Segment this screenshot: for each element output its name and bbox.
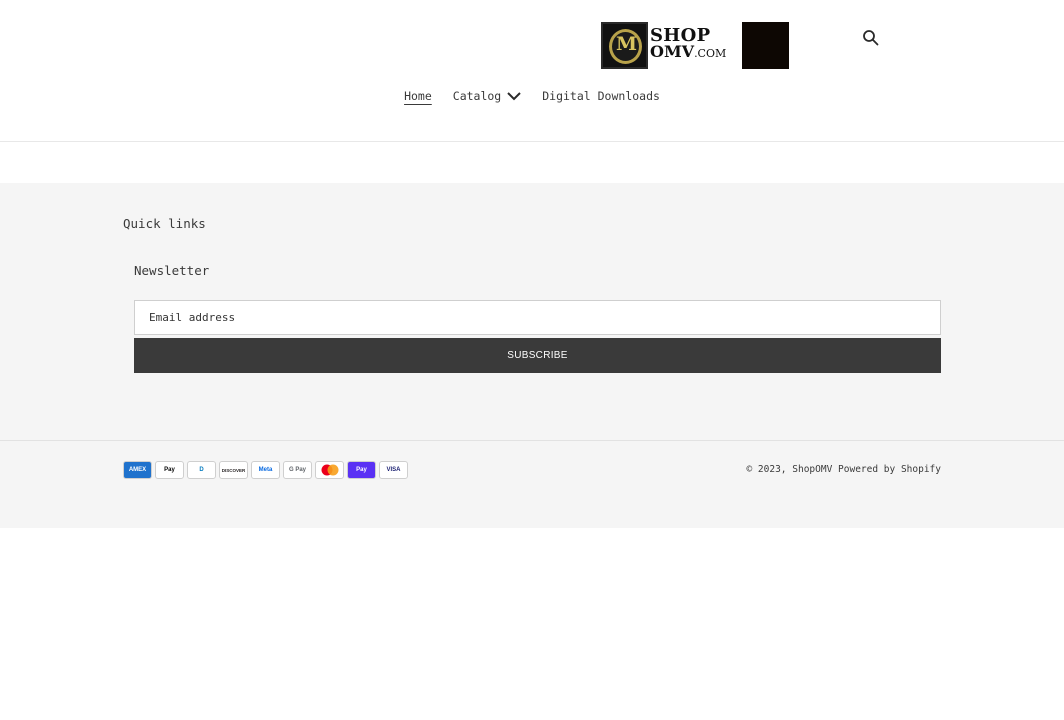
payment-visa-label: VISA	[386, 467, 401, 473]
logo-line-2-main: OMV	[650, 42, 695, 61]
payment-google-pay-label: G Pay	[288, 467, 306, 473]
payment-shop-pay-label: Pay	[356, 467, 367, 473]
payment-apple-pay-icon: Pay	[155, 461, 184, 479]
payment-diners-club-label: D	[199, 467, 204, 473]
site-header: M SHOP OMV.COM Home Catalog Digital Down…	[0, 0, 1064, 142]
footer-divider	[0, 440, 1064, 441]
payment-google-pay-icon: G Pay	[283, 461, 312, 479]
nav-catalog-label: Catalog	[452, 89, 502, 103]
payment-american-express-label: AMEX	[128, 467, 147, 473]
nav-catalog[interactable]: Catalog	[453, 87, 521, 105]
subscribe-button[interactable]: SUBSCRIBE	[134, 338, 941, 373]
nav-home[interactable]: Home	[404, 87, 432, 105]
nav-home-label: Home	[404, 89, 432, 103]
payment-shop-pay-icon: Pay	[347, 461, 376, 479]
shop-logo[interactable]: M SHOP OMV.COM	[601, 22, 789, 69]
logo-emblem-letter: M	[615, 33, 638, 55]
copyright-prefix: © 2023,	[746, 464, 787, 475]
powered-by-link[interactable]: Powered by Shopify	[838, 464, 941, 475]
logo-line-2: OMV.COM	[650, 44, 726, 62]
logo-dark-block	[742, 22, 789, 69]
payment-apple-pay-label: Pay	[164, 467, 175, 473]
site-footer: Quick links Newsletter SUBSCRIBE AMEX Pay…	[0, 183, 1064, 528]
quick-links-heading: Quick links	[123, 216, 206, 231]
store-name-link[interactable]: ShopOMV	[792, 464, 832, 475]
logo-emblem-icon: M	[601, 22, 648, 69]
payment-visa-icon: VISA	[379, 461, 408, 479]
payment-meta-pay-icon: Meta	[251, 461, 280, 479]
copyright: © 2023, ShopOMV Powered by Shopify	[746, 464, 941, 475]
payment-diners-club-icon: D	[187, 461, 216, 479]
payment-american-express-icon: AMEX	[123, 461, 152, 479]
payment-icons: AMEX Pay D DISCOVER Meta G Pay Pay VISA	[123, 461, 408, 479]
payment-meta-pay-label: Meta	[258, 467, 273, 473]
main-nav: Home Catalog Digital Downloads	[0, 87, 1064, 105]
search-icon[interactable]	[862, 29, 880, 47]
logo-line-2-suffix: .COM	[694, 47, 727, 60]
newsletter-heading: Newsletter	[134, 263, 210, 278]
nav-digital-downloads[interactable]: Digital Downloads	[542, 87, 660, 105]
payment-mastercard-icon	[315, 461, 344, 479]
chevron-down-icon	[507, 92, 521, 101]
nav-digital-downloads-label: Digital Downloads	[542, 89, 660, 103]
payment-discover-label: DISCOVER	[221, 467, 246, 473]
email-field[interactable]	[134, 300, 941, 335]
payment-discover-icon: DISCOVER	[219, 461, 248, 479]
logo-wordmark: SHOP OMV.COM	[650, 27, 726, 62]
